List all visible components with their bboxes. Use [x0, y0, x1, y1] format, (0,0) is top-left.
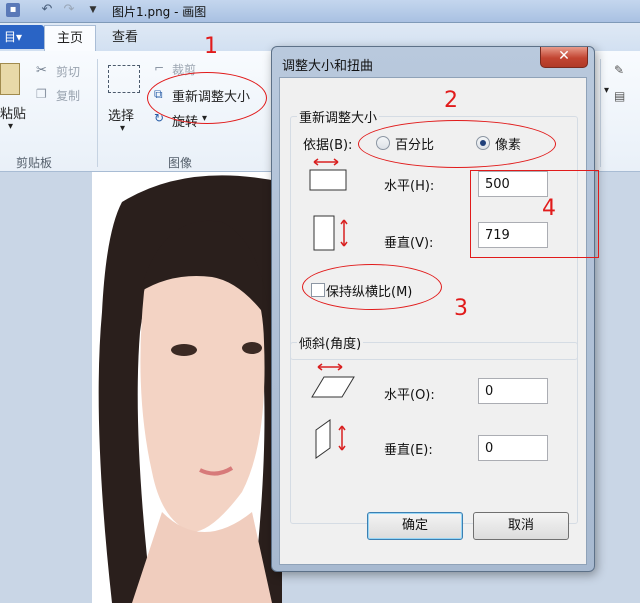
dialog-title: 调整大小和扭曲: [282, 59, 374, 74]
horizontal-resize-icon: [309, 158, 347, 191]
crop-icon: ⌐: [154, 61, 165, 75]
resize-group-title: 重新调整大小: [297, 107, 380, 126]
vertical-label: 垂直(V):: [384, 236, 434, 251]
undo-icon[interactable]: ↶: [40, 3, 54, 17]
select-dropdown-icon[interactable]: ▾: [120, 123, 125, 134]
ribbon-scroll-icon[interactable]: ▾: [604, 85, 609, 96]
redo-icon[interactable]: ↷: [62, 3, 76, 17]
ok-button[interactable]: 确定: [367, 512, 463, 540]
clipboard-group-label: 剪贴板: [16, 156, 53, 170]
ribbon-separator: [600, 59, 601, 167]
fill-icon[interactable]: ▤: [614, 89, 630, 105]
skew-vertical-label: 垂直(E):: [384, 443, 433, 458]
annotation-ellipse-units: [358, 120, 556, 168]
copy-icon: ❐: [36, 87, 47, 101]
cancel-button[interactable]: 取消: [473, 512, 569, 540]
horizontal-label: 水平(H):: [384, 179, 435, 194]
tab-home[interactable]: 主页: [44, 25, 96, 52]
annotation-ellipse-resize: [147, 72, 267, 124]
tab-view[interactable]: 查看: [112, 25, 138, 51]
quick-access-dropdown-icon[interactable]: ▼: [86, 3, 100, 17]
skew-horizontal-input[interactable]: 0: [478, 378, 548, 404]
skew-horizontal-label: 水平(O):: [384, 388, 435, 403]
window-title: 图片1.png - 画图: [112, 5, 207, 19]
skew-horizontal-icon: [311, 363, 355, 398]
by-label: 依据(B):: [303, 138, 353, 153]
paste-icon[interactable]: [0, 63, 20, 95]
copy-button[interactable]: 复制: [56, 87, 80, 104]
annotation-rect-dimensions: [470, 170, 599, 258]
paste-dropdown-icon[interactable]: ▾: [8, 121, 13, 132]
skew-group-title: 倾斜(角度): [297, 333, 364, 352]
vertical-resize-icon: [313, 215, 348, 251]
skew-vertical-input[interactable]: 0: [478, 435, 548, 461]
close-icon: ✕: [558, 48, 570, 64]
paste-button[interactable]: 粘贴: [0, 103, 26, 122]
annotation-number-3: 3: [454, 296, 468, 321]
select-button[interactable]: 选择: [108, 105, 134, 124]
outline-icon[interactable]: ✎: [614, 63, 630, 79]
annotation-ellipse-aspect: [302, 264, 442, 310]
annotation-number-1: 1: [204, 34, 218, 59]
file-menu-button[interactable]: 目▾: [0, 25, 44, 49]
skew-vertical-icon: [315, 419, 346, 459]
cut-button[interactable]: 剪切: [56, 63, 80, 80]
annotation-number-2: 2: [444, 88, 458, 113]
ribbon-separator: [97, 59, 98, 167]
save-icon[interactable]: ▪: [6, 3, 20, 17]
paint-title-bar: ▪ ↶ ↷ ▼ 图片1.png - 画图: [0, 0, 640, 23]
annotation-number-4: 4: [542, 196, 556, 221]
select-icon[interactable]: [108, 65, 140, 93]
image-group-label: 图像: [168, 156, 193, 170]
canvas-photo: [92, 172, 282, 603]
scissors-icon: ✂: [36, 63, 47, 78]
close-button[interactable]: ✕: [540, 47, 588, 68]
